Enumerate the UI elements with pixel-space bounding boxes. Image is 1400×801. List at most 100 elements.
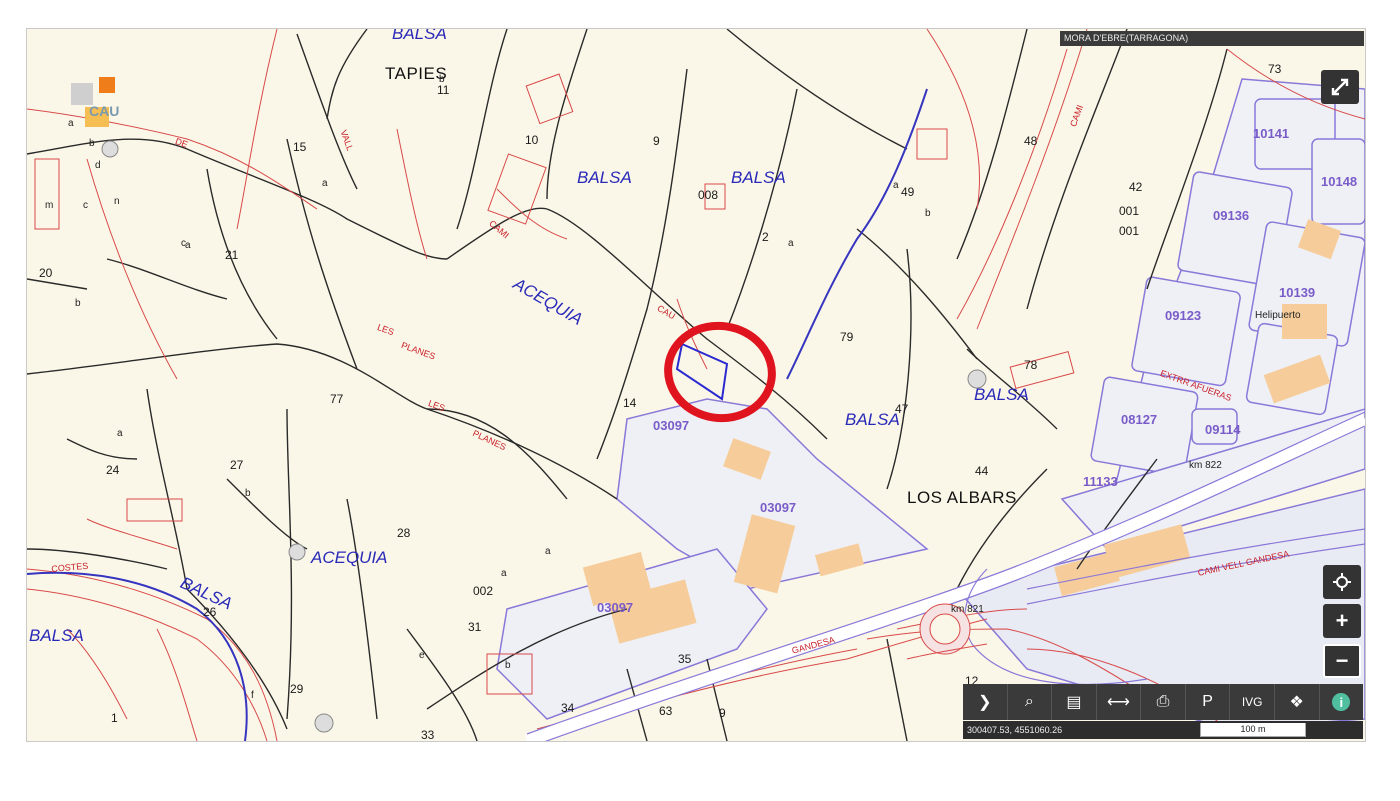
parcel-number: 33 [421, 728, 435, 742]
zone-code: 10148 [1321, 174, 1358, 189]
sub-label: b [245, 488, 251, 499]
crosshair-icon [1333, 573, 1351, 591]
parcel-number: 73 [1268, 62, 1282, 76]
sub-label: n [114, 196, 120, 207]
parcel-number: 48 [1024, 134, 1038, 148]
zone-code: 09114 [1205, 422, 1241, 437]
sub-label: a [322, 178, 328, 189]
sub-label: b [89, 138, 95, 149]
map-toolbar: ❯ ⌕ ▤ ⟷ ⎙ P IVG ❖ i [963, 684, 1363, 720]
info-icon: i [1332, 693, 1351, 711]
zoom-out-button[interactable]: − [1323, 644, 1361, 678]
water-label: ACEQUIA [311, 548, 388, 567]
sub-label: b [925, 208, 931, 219]
zone-code: 08127 [1121, 412, 1158, 427]
helipad-label: Helipuerto [1255, 310, 1301, 321]
print-tool-button[interactable]: ⎙ [1141, 684, 1186, 720]
cadastral-map [27, 29, 1365, 741]
place-label: LOS ALBARS [907, 488, 1017, 507]
water-label: BALSA [731, 168, 786, 187]
sub-label: d [95, 160, 101, 171]
basemap-icon: ❖ [1289, 694, 1304, 711]
search-icon: ⌕ [1024, 693, 1034, 710]
layers-tool-button[interactable]: ▤ [1052, 684, 1097, 720]
search-tool-button[interactable]: ⌕ [1008, 684, 1053, 720]
parcel-number: 77 [330, 392, 344, 406]
parcel-number: 002 [473, 584, 494, 598]
parcel-number: 15 [293, 140, 307, 154]
zone-code: 03097 [760, 500, 797, 515]
cau-logo: CAU [71, 77, 131, 129]
parcel-number: 63 [659, 704, 673, 718]
sub-label: a [893, 180, 899, 191]
sub-label: m [45, 200, 54, 211]
basemap-tool-button[interactable]: ❖ [1275, 684, 1320, 720]
sub-label: c [181, 238, 186, 249]
sub-label: b [75, 298, 81, 309]
sub-label: a [545, 546, 551, 557]
zone-code: 09123 [1165, 308, 1202, 323]
parcel-number: 2 [762, 230, 769, 244]
parcel-number: 34 [561, 701, 575, 715]
parcel-number: 21 [225, 248, 239, 262]
parcel-number: 28 [397, 526, 411, 540]
ivg-tool-button[interactable]: IVG [1230, 684, 1275, 720]
km-marker: km 822 [1189, 460, 1222, 471]
parcel-number: 31 [468, 620, 482, 634]
zone-code: 10139 [1279, 285, 1316, 300]
zone-code: 09136 [1213, 208, 1250, 223]
water-label: BALSA [29, 626, 84, 645]
parcel-tool-button[interactable]: P [1186, 684, 1231, 720]
parcel-number: 008 [698, 188, 719, 202]
municipality-bar: MORA D'EBRE(TARRAGONA) [1060, 31, 1364, 46]
water-label: BALSA [974, 385, 1029, 404]
sub-label: a [117, 428, 123, 439]
parcel-number: 44 [975, 464, 989, 478]
measure-tool-button[interactable]: ⟷ [1097, 684, 1142, 720]
parcel-number: 24 [106, 463, 120, 477]
zone-code: 03097 [597, 600, 634, 615]
parcel-number: 9 [719, 706, 726, 720]
scale-bar: 100 m [1200, 723, 1306, 737]
parcel-number: 10 [525, 133, 539, 147]
parcel-number: 49 [901, 185, 915, 199]
km-marker: km 821 [951, 604, 984, 615]
parcel-number: 001 [1119, 224, 1140, 238]
sub-label: c [83, 200, 88, 211]
sub-label: a [501, 568, 507, 579]
parcel-number: 9 [653, 134, 660, 148]
zone-code: 10141 [1253, 126, 1290, 141]
parcel-number: 27 [230, 458, 244, 472]
status-bar: 300407.53, 4551060.26 100 m [963, 721, 1363, 739]
locate-button[interactable] [1323, 565, 1361, 599]
chevron-right-icon: ❯ [978, 694, 992, 711]
sub-label: f [251, 690, 254, 701]
parcel-number: 20 [39, 266, 53, 280]
parcel-number: 001 [1119, 204, 1140, 218]
info-tool-button[interactable]: i [1320, 684, 1364, 720]
parcel-number: 11 [437, 83, 450, 97]
place-label: TAPIES [385, 64, 448, 83]
expand-icon [1331, 78, 1349, 96]
parcel-icon: P [1202, 693, 1213, 710]
fullscreen-button[interactable] [1321, 70, 1359, 104]
measure-icon: ⟷ [1107, 694, 1130, 711]
sub-label: a [788, 238, 794, 249]
map-canvas[interactable]: 73 15 9 48 49 2 42 001 001 20 21 79 77 14 47 24 27 28 44 26… [26, 28, 1366, 742]
layers-icon: ▤ [1066, 694, 1082, 711]
zone-code: 03097 [653, 418, 690, 433]
coordinate-readout: 300407.53, 4551060.26 [967, 725, 1063, 735]
sub-label: e [419, 650, 425, 661]
parcel-number: 78 [1024, 358, 1038, 372]
zoom-in-button[interactable]: + [1323, 604, 1361, 638]
print-icon: ⎙ [1156, 693, 1170, 710]
zone-code: 11133 [1083, 474, 1118, 489]
water-label: BALSA [392, 28, 447, 43]
parcel-number: 14 [623, 396, 637, 410]
parcel-number: 79 [840, 330, 854, 344]
parcel-number: 29 [290, 682, 304, 696]
sub-label: b [439, 74, 445, 85]
chevron-right-tool-button[interactable]: ❯ [963, 684, 1008, 720]
parcel-number: 1 [111, 711, 118, 725]
water-label: BALSA [577, 168, 632, 187]
